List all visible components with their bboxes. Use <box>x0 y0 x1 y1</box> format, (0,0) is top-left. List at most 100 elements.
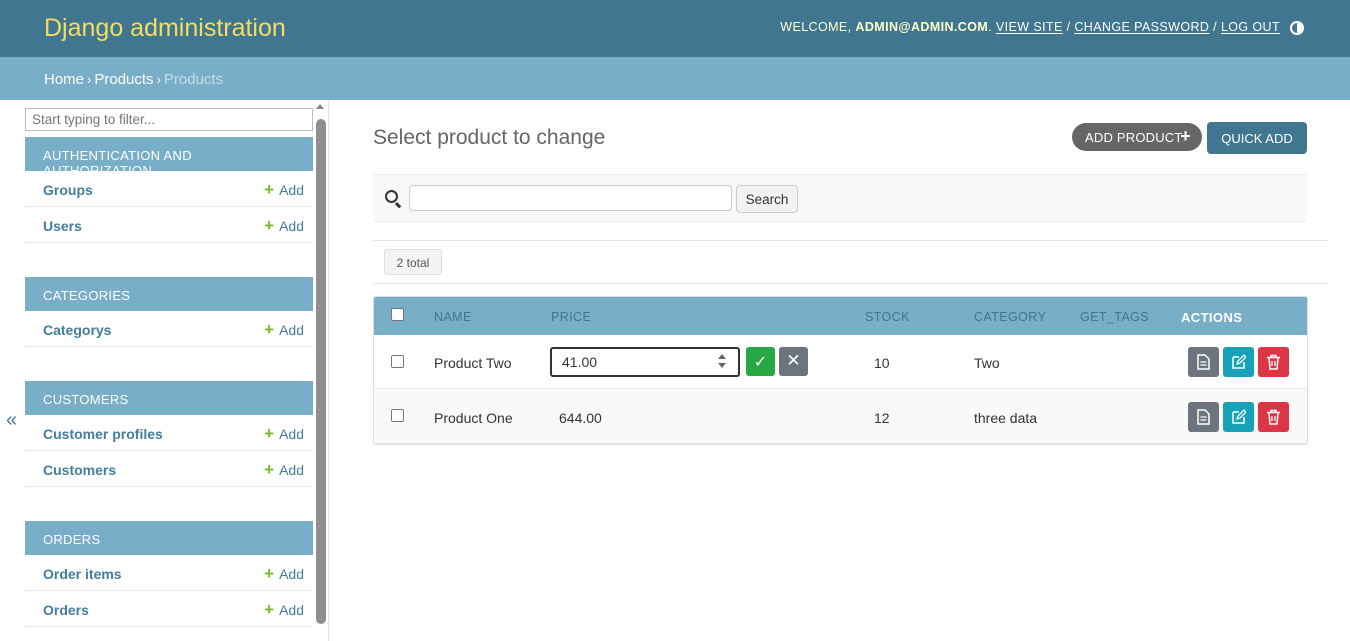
product-stock: 10 <box>874 355 890 371</box>
column-header-get-tags[interactable]: get_tags <box>1080 310 1149 324</box>
edit-button[interactable] <box>1223 402 1254 432</box>
module-caption[interactable]: Authentication and Authorization <box>25 137 313 178</box>
delete-button[interactable] <box>1258 402 1289 432</box>
collapse-sidebar-button[interactable]: « <box>6 409 17 432</box>
save-inline-button[interactable]: ✓ <box>746 347 775 376</box>
search-button[interactable]: Search <box>736 185 798 213</box>
product-name[interactable]: Product Two <box>434 355 512 371</box>
edit-button[interactable] <box>1223 347 1254 377</box>
log-out-link[interactable]: Log out <box>1221 20 1280 34</box>
model-link[interactable]: Customer profiles <box>43 426 163 442</box>
add-link[interactable]: + Add <box>264 460 304 479</box>
column-header-stock[interactable]: Stock <box>865 310 910 324</box>
search-toolbar: Search <box>373 174 1307 222</box>
breadcrumb: Home › Products › Products <box>0 57 1350 100</box>
plus-icon: + <box>264 180 275 199</box>
module-categories: Categories Categorys + Add <box>25 277 313 347</box>
add-link[interactable]: + Add <box>264 320 304 339</box>
add-link[interactable]: + Add <box>264 600 304 619</box>
view-site-link[interactable]: View site <box>996 20 1063 34</box>
breadcrumb-home[interactable]: Home <box>44 71 84 88</box>
add-product-label: Add Product <box>1085 130 1183 145</box>
page-title: Select product to change <box>373 126 606 149</box>
plus-icon: + <box>264 320 275 339</box>
sidebar-item-users: Users + Add <box>25 207 313 243</box>
add-link[interactable]: + Add <box>264 565 304 582</box>
add-label: Add <box>279 602 304 618</box>
column-header-price[interactable]: Price <box>551 310 591 324</box>
document-icon <box>1197 354 1210 370</box>
search-icon <box>385 190 398 203</box>
module-auth: Authentication and Authorization Groups … <box>25 137 313 243</box>
column-header-name[interactable]: Name <box>434 310 472 324</box>
model-link[interactable]: Order items <box>43 566 122 582</box>
add-label: Add <box>279 566 304 582</box>
price-value: 41.00 <box>562 354 598 370</box>
view-button[interactable] <box>1188 402 1219 432</box>
sidebar-item-orders: Orders + Add <box>25 591 313 627</box>
plus-icon: + <box>264 600 275 619</box>
sidebar-item-categorys: Categorys + Add <box>25 311 313 347</box>
scroll-up-arrow-icon[interactable] <box>316 104 324 109</box>
cancel-inline-button[interactable]: ✕ <box>779 347 808 376</box>
row-checkbox[interactable] <box>391 355 404 368</box>
model-link[interactable]: Users <box>43 218 82 234</box>
plus-icon: + <box>264 216 275 235</box>
module-caption[interactable]: Customers <box>25 381 313 415</box>
quick-add-button[interactable]: QUICK ADD <box>1207 122 1307 154</box>
select-all-checkbox[interactable] <box>391 308 404 321</box>
plus-icon: + <box>264 460 275 479</box>
spinner-icon[interactable] <box>718 354 726 370</box>
document-icon <box>1197 409 1210 425</box>
scrollbar-thumb[interactable] <box>316 119 326 624</box>
product-category: Two <box>974 355 1000 371</box>
sidebar-scrollbar[interactable] <box>315 104 327 634</box>
delete-button[interactable] <box>1258 347 1289 377</box>
search-input[interactable] <box>409 185 732 211</box>
product-price[interactable]: 644.00 <box>559 410 602 426</box>
plus-icon: + <box>1180 126 1191 146</box>
edit-icon <box>1232 354 1246 369</box>
model-link[interactable]: Groups <box>43 182 93 198</box>
sidebar: « Authentication and Authorization Group… <box>0 100 329 641</box>
table-row: Product Two 41.00 ✓ ✕ 10 Two <box>374 335 1307 389</box>
module-customers: Customers Customer profiles + Add Custome… <box>25 381 313 487</box>
table-row: Product One 644.00 12 three data <box>374 390 1307 444</box>
nav-filter-input[interactable] <box>25 108 313 131</box>
model-link[interactable]: Customers <box>43 462 116 478</box>
model-link[interactable]: Orders <box>43 602 89 618</box>
divider <box>373 283 1329 284</box>
change-password-link[interactable]: Change password <box>1074 20 1209 34</box>
column-header-actions: Actions <box>1181 310 1243 325</box>
add-label: Add <box>279 218 304 234</box>
result-table: Name Price Stock Category get_tags Actio… <box>373 296 1308 445</box>
theme-toggle-icon[interactable] <box>1290 21 1304 35</box>
module-caption[interactable]: Orders <box>25 521 313 555</box>
view-button[interactable] <box>1188 347 1219 377</box>
model-link[interactable]: Categorys <box>43 322 111 338</box>
row-checkbox[interactable] <box>391 409 404 422</box>
sidebar-item-customers: Customers + Add <box>25 451 313 487</box>
welcome-text: Welcome, <box>780 20 852 34</box>
add-link[interactable]: + Add <box>264 180 304 199</box>
product-name[interactable]: Product One <box>434 410 513 426</box>
breadcrumb-app[interactable]: Products <box>94 71 153 88</box>
trash-icon <box>1267 409 1280 425</box>
column-header-category[interactable]: Category <box>974 310 1046 324</box>
sidebar-item-customer-profiles: Customer profiles + Add <box>25 415 313 451</box>
add-link[interactable]: + Add <box>264 216 304 235</box>
product-category: three data <box>974 410 1038 426</box>
add-link[interactable]: + Add <box>264 424 304 443</box>
add-label: Add <box>279 426 304 442</box>
sidebar-item-groups: Groups + Add <box>25 171 313 207</box>
add-product-button[interactable]: Add Product + <box>1072 123 1202 151</box>
price-inline-input[interactable]: 41.00 <box>550 347 740 377</box>
site-title[interactable]: Django administration <box>44 14 286 43</box>
plus-icon: + <box>264 424 275 443</box>
product-stock: 12 <box>874 410 890 426</box>
add-label: Add <box>279 182 304 198</box>
module-caption[interactable]: Categories <box>25 277 313 311</box>
total-count-badge: 2 total <box>384 249 442 275</box>
sidebar-item-order-items: Order items + Add <box>25 555 313 591</box>
table-header: Name Price Stock Category get_tags Actio… <box>374 297 1307 335</box>
